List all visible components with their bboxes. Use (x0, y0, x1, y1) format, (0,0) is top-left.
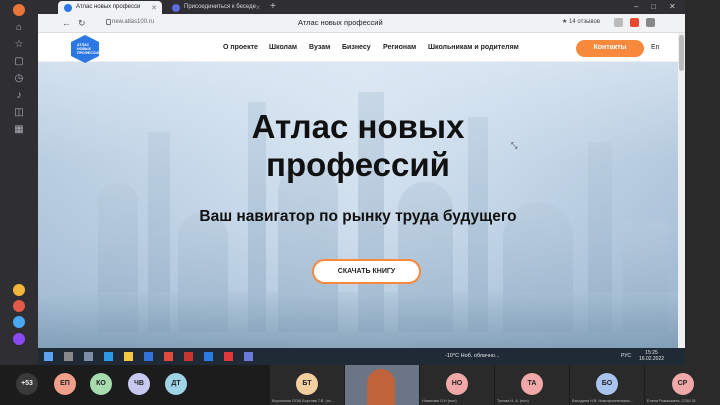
chat-favicon-icon (172, 4, 180, 12)
hero-background (38, 62, 678, 348)
alice-icon[interactable] (13, 284, 25, 296)
webpage: АТЛАС НОВЫХ ПРОФЕССИЙ О проекте Школам В… (38, 33, 678, 348)
pdf-icon[interactable] (184, 352, 193, 361)
scrollbar[interactable] (678, 33, 685, 348)
menu-universities[interactable]: Вузам (309, 44, 330, 51)
search-icon[interactable] (64, 352, 73, 361)
music-icon[interactable] (13, 333, 25, 345)
participant-video-tile[interactable] (345, 365, 419, 405)
close-icon[interactable]: ✕ (151, 4, 157, 12)
participant-video (367, 369, 395, 405)
edge-icon[interactable] (104, 352, 113, 361)
page-title: Атлас новых профессий (298, 18, 383, 27)
maximize-icon[interactable]: □ (651, 2, 656, 11)
taskview-icon[interactable] (84, 352, 93, 361)
hero-title: Атлас новых профессий (251, 108, 465, 183)
apps-icon[interactable]: ▦ (12, 122, 26, 136)
browser-icon[interactable] (224, 352, 233, 361)
downloads-sidebar-icon[interactable]: ◫ (12, 105, 26, 119)
bookmark-icon[interactable] (614, 18, 623, 27)
tab-atlas[interactable]: Атлас новых професси ✕ (58, 1, 162, 14)
scrollbar-thumb[interactable] (679, 35, 684, 71)
site-header: АТЛАС НОВЫХ ПРОФЕССИЙ О проекте Школам В… (38, 33, 678, 63)
lock-icon (106, 19, 111, 25)
tab-label: Присоединиться к беседе (184, 4, 256, 10)
store-icon[interactable] (144, 352, 153, 361)
close-window-icon[interactable]: ✕ (669, 2, 676, 11)
menu-students-parents[interactable]: Школьникам и родителям (428, 44, 519, 51)
tab-label: Атлас новых професси (76, 4, 141, 10)
site-logo[interactable]: АТЛАС НОВЫХ ПРОФЕССИЙ (71, 35, 99, 63)
participant-avatar[interactable]: КО (90, 373, 112, 395)
tab-strip: Атлас новых професси ✕ Присоединиться к … (38, 0, 685, 14)
history-icon[interactable]: ◷ (12, 71, 26, 85)
participants-strip: +53 ЕП КО ЧВ ДТ БТ Воронская ООШ Бортова… (0, 365, 720, 405)
participant-avatar[interactable]: ЧВ (128, 373, 150, 395)
weather-widget[interactable]: -10°C Ноб. облачно... (445, 353, 500, 359)
downloads-icon[interactable] (646, 18, 655, 27)
address-bar: ← ↻ new.atlas100.ru Атлас новых професси… (38, 14, 685, 33)
tab-join-chat[interactable]: Присоединиться к беседе ✕ (166, 1, 266, 14)
back-icon[interactable]: ← (62, 18, 71, 28)
new-tab-icon[interactable]: + (270, 1, 276, 12)
notifications-icon[interactable]: ♪ (12, 88, 26, 102)
clock[interactable]: 15:25 16.02.2022 (639, 350, 664, 362)
collections-icon[interactable]: ▢ (12, 54, 26, 68)
profile-avatar-icon[interactable] (13, 4, 25, 16)
url-field[interactable]: new.atlas100.ru (112, 17, 154, 29)
reviews-badge[interactable]: ★ 14 отзывов (562, 18, 600, 25)
more-participants-badge[interactable]: +53 (16, 373, 38, 395)
teams-icon[interactable] (244, 352, 253, 361)
hero-subtitle: Ваш навигатор по рынку труда будущего (199, 208, 517, 225)
add-service-icon[interactable] (13, 300, 25, 312)
menu-business[interactable]: Бизнесу (342, 44, 371, 51)
favorites-icon[interactable]: ☆ (12, 37, 26, 51)
site-favicon-icon (64, 4, 72, 12)
participant-tile[interactable]: БО Баходина Н.В. Новотроиненская... (570, 365, 644, 405)
download-book-button[interactable]: СКАЧАТЬ КНИГУ (312, 259, 421, 284)
mouse-cursor-icon: ⤡ (511, 141, 518, 150)
word-icon[interactable] (204, 352, 213, 361)
keyboard-language[interactable]: РУС (621, 353, 631, 359)
yandex-sidebar: ⌂ ☆ ▢ ◷ ♪ ◫ ▦ (0, 0, 38, 365)
participant-avatar[interactable]: ЕП (54, 373, 76, 395)
menu-schools[interactable]: Школам (269, 44, 297, 51)
menu-regions[interactable]: Регионам (383, 44, 416, 51)
close-icon[interactable]: ✕ (255, 4, 261, 12)
contacts-button[interactable]: Контакты (576, 40, 644, 57)
reload-icon[interactable]: ↻ (78, 18, 86, 29)
home-icon[interactable]: ⌂ (12, 20, 26, 34)
language-switch[interactable]: En (651, 44, 660, 51)
minimize-icon[interactable]: – (634, 2, 638, 11)
yandex-icon[interactable] (164, 352, 173, 361)
explorer-icon[interactable] (124, 352, 133, 361)
extension-icon[interactable] (630, 18, 639, 27)
screen-share: Атлас новых професси ✕ Присоединиться к … (38, 0, 685, 365)
video-panel-edge (685, 0, 720, 365)
menu-about[interactable]: О проекте (223, 44, 258, 51)
start-icon[interactable] (44, 352, 53, 361)
messenger-icon[interactable] (13, 316, 25, 328)
participant-tile[interactable]: НО Новикова О.Н (пол) (420, 365, 494, 405)
participant-tile[interactable]: ТА Тулова Н. А. (пол) (495, 365, 569, 405)
windows-taskbar: -10°C Ноб. облачно... РУС 15:25 16.02.20… (38, 348, 685, 365)
participant-tile[interactable]: СР Елена Ромашкина, СОШ 31 (645, 365, 720, 405)
participant-avatar[interactable]: ДТ (165, 373, 187, 395)
participant-tile[interactable]: БТ Воронская ООШ Бортова Т.В. (пс... (270, 365, 344, 405)
